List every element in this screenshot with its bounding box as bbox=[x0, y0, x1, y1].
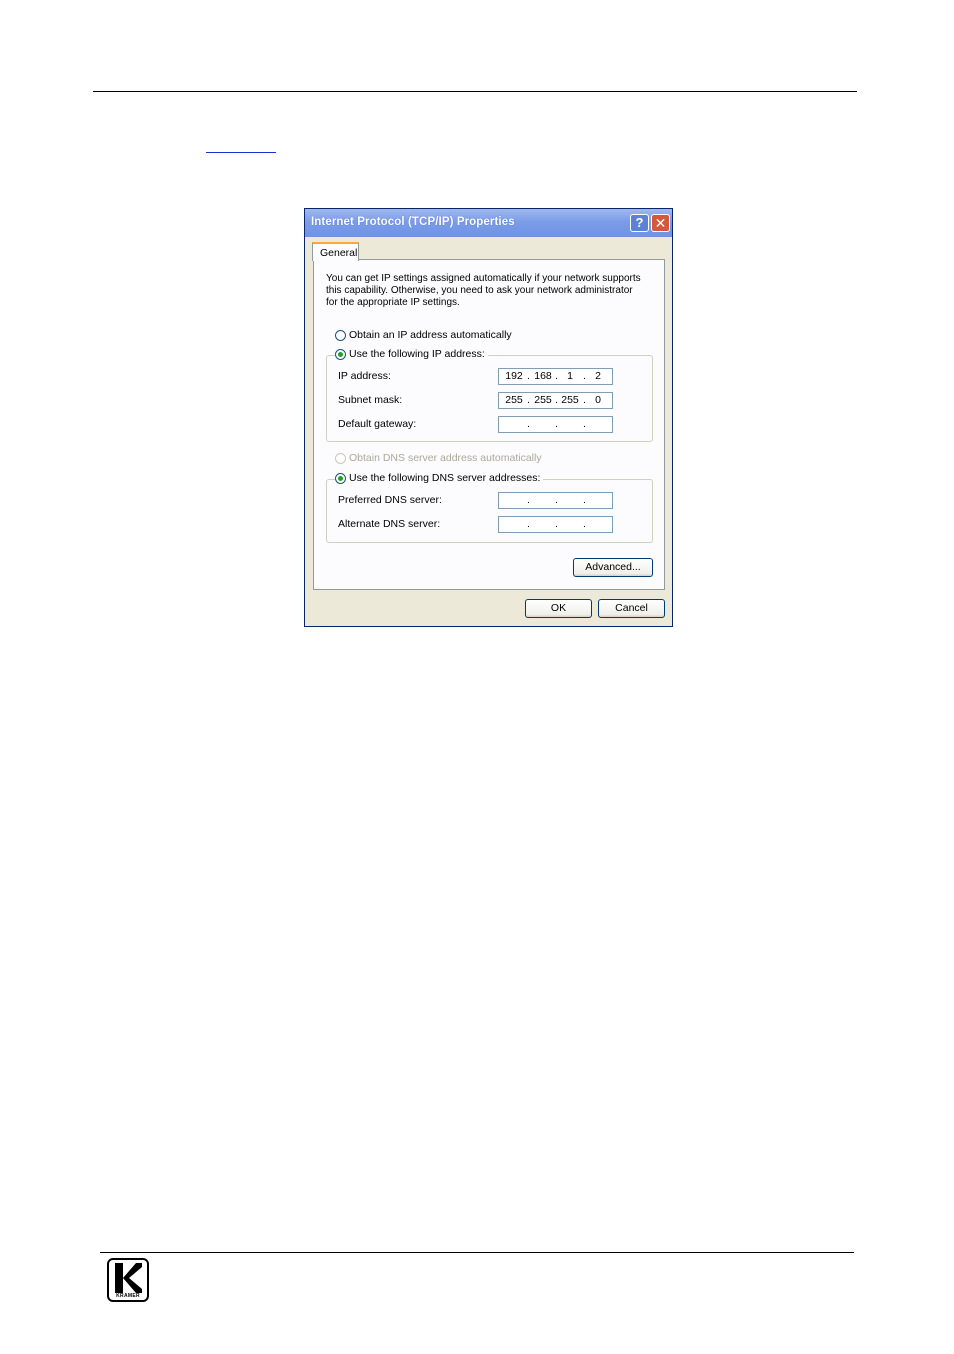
octet-separator: . bbox=[583, 518, 586, 530]
octet-separator: . bbox=[527, 518, 530, 530]
octet-separator: . bbox=[527, 418, 530, 430]
close-icon: ✕ bbox=[654, 215, 667, 231]
octet-separator: . bbox=[583, 370, 586, 382]
default-gateway-input[interactable]: . . . bbox=[498, 416, 613, 433]
octet-separator: . bbox=[583, 494, 586, 506]
octet-separator: . bbox=[555, 518, 558, 530]
radio-unchecked-icon bbox=[335, 329, 346, 341]
header-rule bbox=[93, 91, 857, 92]
use-following-ip-radio[interactable]: Use the following IP address: bbox=[335, 348, 488, 360]
radio-checked-icon bbox=[335, 348, 346, 360]
octet-separator: . bbox=[583, 394, 586, 406]
close-button[interactable]: ✕ bbox=[651, 214, 670, 232]
octet-separator: . bbox=[583, 418, 586, 430]
mask-octet-3: 255 bbox=[561, 394, 579, 406]
tcpip-properties-dialog: Internet Protocol (TCP/IP) Properties ? … bbox=[304, 208, 673, 627]
ok-button[interactable]: OK bbox=[525, 599, 592, 618]
ip-octet-3: 1 bbox=[567, 370, 573, 382]
subnet-mask-label: Subnet mask: bbox=[338, 394, 403, 406]
octet-separator: . bbox=[527, 370, 530, 382]
octet-separator: . bbox=[555, 370, 558, 382]
hyperlink-underline[interactable] bbox=[206, 152, 276, 153]
mask-octet-1: 255 bbox=[505, 394, 523, 406]
use-following-dns-label: Use the following DNS server addresses: bbox=[349, 472, 541, 484]
tab-general[interactable]: General bbox=[312, 242, 359, 261]
kramer-k-icon bbox=[115, 1263, 142, 1293]
footer-rule bbox=[100, 1252, 854, 1253]
mask-octet-4: 0 bbox=[595, 394, 601, 406]
ip-octet-4: 2 bbox=[595, 370, 601, 382]
help-button[interactable]: ? bbox=[630, 214, 649, 232]
octet-separator: . bbox=[527, 394, 530, 406]
kramer-logo-text: KRAMER bbox=[116, 1293, 140, 1299]
radio-checked-icon bbox=[335, 472, 346, 484]
preferred-dns-label: Preferred DNS server: bbox=[338, 494, 442, 506]
ip-octet-1: 192 bbox=[505, 370, 523, 382]
radio-disabled-icon bbox=[335, 452, 346, 464]
kramer-logo: KRAMER bbox=[107, 1258, 149, 1302]
alternate-dns-label: Alternate DNS server: bbox=[338, 518, 441, 530]
tab-general-label: General bbox=[320, 247, 358, 259]
octet-separator: . bbox=[527, 494, 530, 506]
intro-text: You can get IP settings assigned automat… bbox=[326, 273, 641, 308]
ip-address-label: IP address: bbox=[338, 370, 391, 382]
dialog-title: Internet Protocol (TCP/IP) Properties bbox=[311, 216, 515, 228]
dns-server-group bbox=[326, 479, 653, 543]
subnet-mask-input[interactable]: 255. 255. 255. 0 bbox=[498, 392, 613, 409]
title-bar[interactable]: Internet Protocol (TCP/IP) Properties ? … bbox=[305, 209, 672, 237]
alternate-dns-input[interactable]: . . . bbox=[498, 516, 613, 533]
ip-octet-2: 168 bbox=[534, 370, 552, 382]
cancel-button[interactable]: Cancel bbox=[598, 599, 665, 618]
obtain-dns-auto-radio: Obtain DNS server address automatically bbox=[335, 452, 545, 464]
obtain-ip-auto-radio[interactable]: Obtain an IP address automatically bbox=[335, 329, 515, 341]
obtain-ip-auto-label: Obtain an IP address automatically bbox=[349, 329, 512, 341]
octet-separator: . bbox=[555, 494, 558, 506]
use-following-ip-label: Use the following IP address: bbox=[349, 348, 485, 360]
ip-address-input[interactable]: 192. 168. 1. 2 bbox=[498, 368, 613, 385]
octet-separator: . bbox=[555, 394, 558, 406]
help-icon: ? bbox=[635, 215, 644, 230]
default-gateway-label: Default gateway: bbox=[338, 418, 417, 430]
preferred-dns-input[interactable]: . . . bbox=[498, 492, 613, 509]
use-following-dns-radio[interactable]: Use the following DNS server addresses: bbox=[335, 472, 544, 484]
octet-separator: . bbox=[555, 418, 558, 430]
mask-octet-2: 255 bbox=[534, 394, 552, 406]
obtain-dns-auto-label: Obtain DNS server address automatically bbox=[349, 452, 542, 464]
advanced-button[interactable]: Advanced... bbox=[573, 558, 653, 577]
